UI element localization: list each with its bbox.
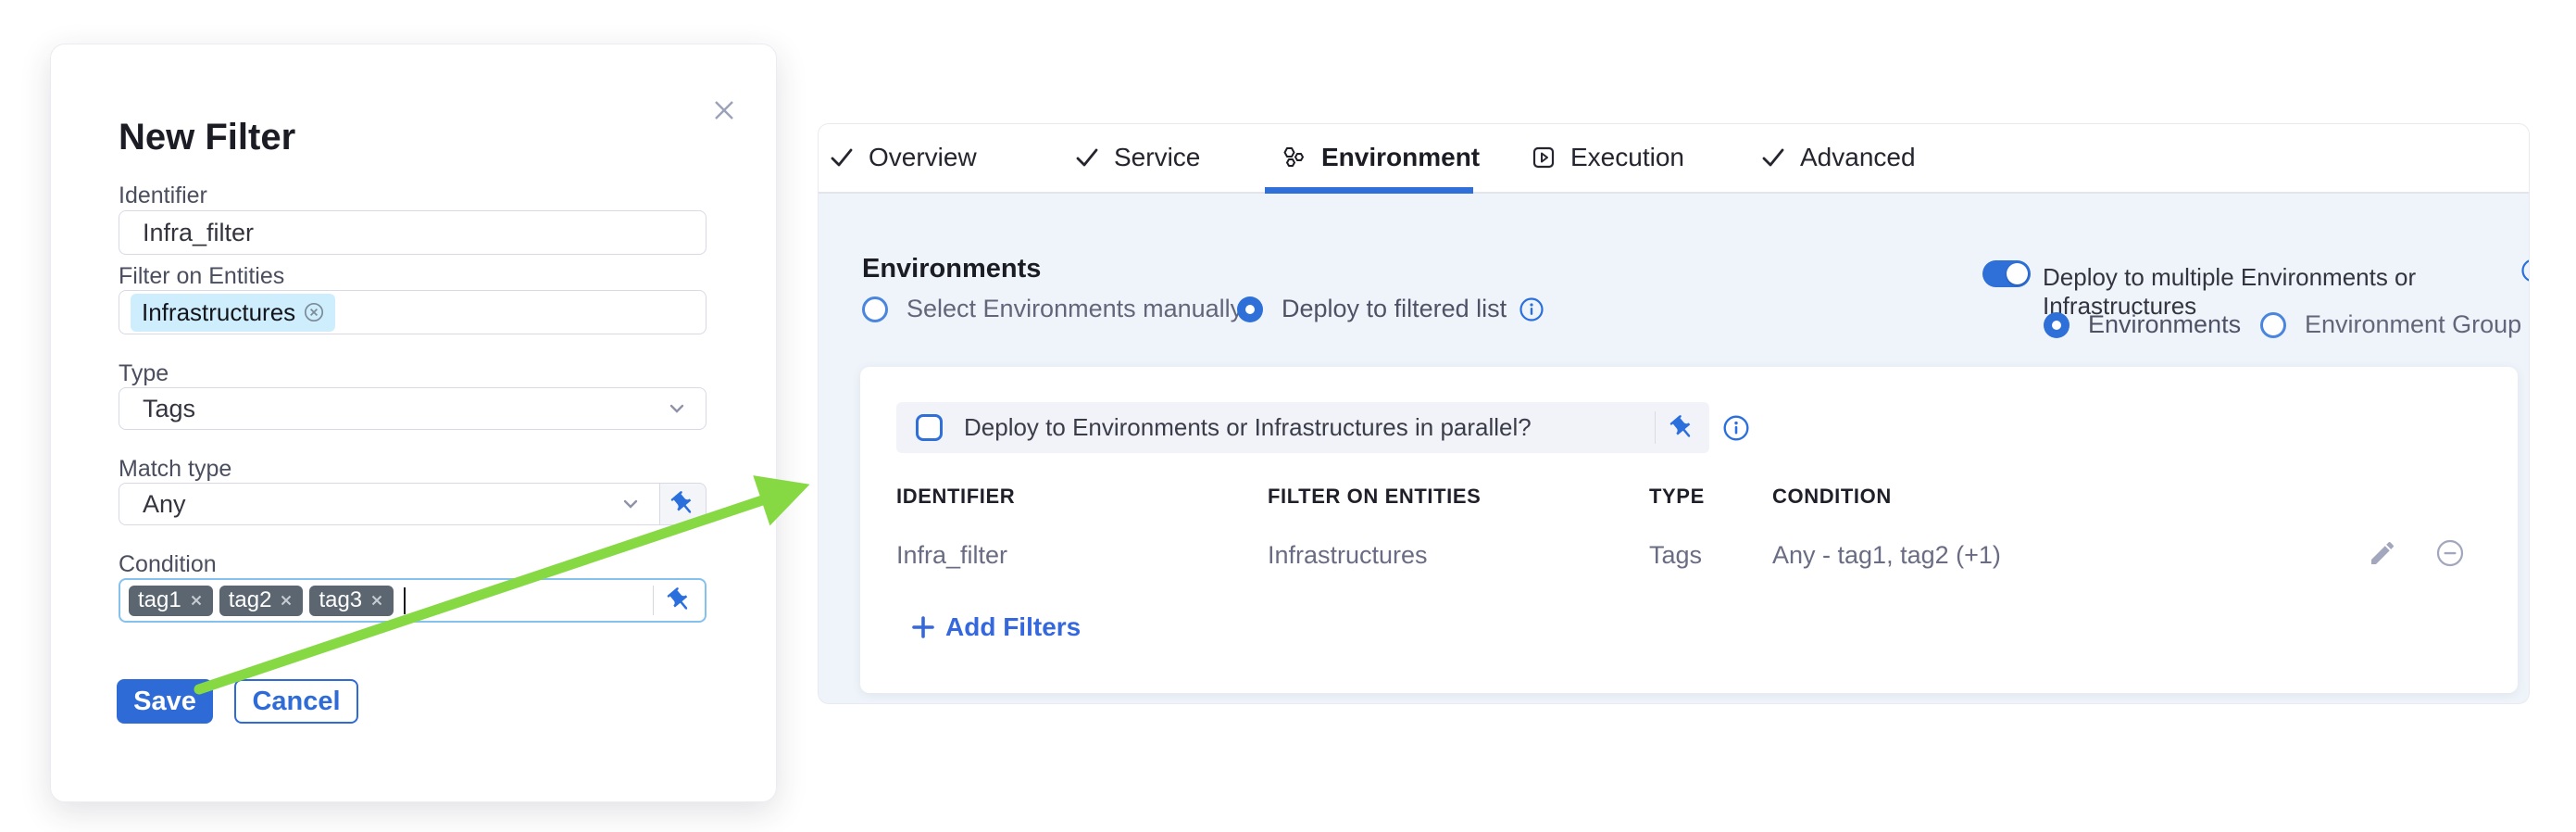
deploy-multiple-toggle[interactable] <box>1982 260 2031 287</box>
chevron-down-icon <box>665 397 689 421</box>
add-filters-label: Add Filters <box>945 612 1081 642</box>
text-cursor <box>404 587 406 614</box>
plus-icon <box>911 615 935 639</box>
tag-remove-icon[interactable] <box>189 593 204 608</box>
condition-tag-chip: tag3 <box>309 586 394 616</box>
environment-icon <box>1279 143 1308 172</box>
environments-heading: Environments <box>862 254 1041 284</box>
chevron-down-icon <box>619 492 643 516</box>
col-type: TYPE <box>1649 485 1705 509</box>
match-type-label: Match type <box>119 456 231 483</box>
check-icon <box>1073 144 1101 171</box>
radio-icon[interactable] <box>2260 312 2286 338</box>
type-value: Tags <box>119 395 195 423</box>
radio-icon-selected[interactable] <box>2044 312 2070 338</box>
save-button[interactable]: Save <box>117 679 213 724</box>
filter-on-entities-label: Filter on Entities <box>119 263 284 290</box>
type-label: Type <box>119 360 169 387</box>
check-icon <box>828 144 856 171</box>
tab-service[interactable]: Service <box>1073 124 1200 190</box>
modal-title: New Filter <box>119 117 295 158</box>
info-icon[interactable] <box>1519 296 1544 322</box>
condition-label: Condition <box>119 551 217 578</box>
radio-icon-selected[interactable] <box>1237 296 1263 322</box>
cell-identifier: Infra_filter <box>896 541 1007 570</box>
col-filter-on-entities: FILTER ON ENTITIES <box>1268 485 1481 509</box>
close-icon[interactable] <box>709 95 739 125</box>
filter-on-entities-input[interactable]: Infrastructures <box>119 290 707 334</box>
tab-label: Advanced <box>1800 143 1916 172</box>
radio-environment-group[interactable]: Environment Group <box>2260 310 2521 339</box>
cell-condition: Any - tag1, tag2 (+1) <box>1772 541 2001 570</box>
match-type-select[interactable]: Any <box>119 483 660 525</box>
tab-label: Environment <box>1321 143 1480 172</box>
condition-tag-chip: tag2 <box>219 586 304 616</box>
identifier-input[interactable]: Infra_filter <box>119 210 707 255</box>
stage-tabbar: Overview Service Environment Execu <box>819 124 2529 194</box>
edit-icon[interactable] <box>2368 538 2397 568</box>
filters-card: Deploy to Environments or Infrastructure… <box>860 367 2518 693</box>
parallel-deploy-label: Deploy to Environments or Infrastructure… <box>964 413 1532 442</box>
radio-label: Environments <box>2088 310 2241 339</box>
tab-label: Overview <box>869 143 977 172</box>
pipeline-stage-panel: Overview Service Environment Execu <box>818 123 2530 704</box>
tag-remove-icon[interactable] <box>279 593 294 608</box>
radio-label: Environment Group <box>2305 310 2521 339</box>
condition-input[interactable]: tag1 tag2 tag3 <box>119 578 707 623</box>
entity-chip: Infrastructures <box>131 294 335 332</box>
remove-icon[interactable] <box>2435 538 2465 568</box>
info-icon[interactable] <box>1722 414 1750 442</box>
pin-icon[interactable] <box>666 586 694 614</box>
active-tab-underline <box>1265 187 1473 194</box>
radio-deploy-to-filtered-list[interactable]: Deploy to filtered list <box>1237 295 1544 323</box>
tag-remove-icon[interactable] <box>369 593 384 608</box>
divider <box>1655 411 1656 444</box>
parallel-deploy-bar: Deploy to Environments or Infrastructure… <box>896 402 1709 453</box>
tag-label: tag3 <box>319 587 362 613</box>
cancel-button[interactable]: Cancel <box>234 679 358 724</box>
chip-remove-icon[interactable] <box>304 302 324 322</box>
match-type-value: Any <box>119 490 186 519</box>
radio-label: Deploy to filtered list <box>1282 295 1507 323</box>
radio-environments[interactable]: Environments <box>2044 310 2241 339</box>
tab-execution[interactable]: Execution <box>1530 124 1684 190</box>
parallel-deploy-checkbox[interactable] <box>916 414 943 441</box>
tab-label: Service <box>1114 143 1200 172</box>
check-icon <box>1759 144 1787 171</box>
identifier-label: Identifier <box>119 183 207 209</box>
app-screen: New Filter Identifier Infra_filter Filte… <box>0 0 2576 832</box>
identifier-value: Infra_filter <box>119 219 254 247</box>
tab-label: Execution <box>1570 143 1684 172</box>
tab-advanced[interactable]: Advanced <box>1759 124 1916 190</box>
pin-icon[interactable] <box>660 483 707 525</box>
cell-entities: Infrastructures <box>1268 541 1428 570</box>
tag-label: tag1 <box>138 587 181 613</box>
tag-label: tag2 <box>229 587 272 613</box>
radio-icon[interactable] <box>862 296 888 322</box>
radio-label: Select Environments manually <box>907 295 1243 323</box>
col-identifier: IDENTIFIER <box>896 485 1015 509</box>
condition-tag-chip: tag1 <box>129 586 213 616</box>
tab-environment[interactable]: Environment <box>1279 124 1480 190</box>
col-condition: CONDITION <box>1772 485 1892 509</box>
add-filters-button[interactable]: Add Filters <box>911 612 1081 642</box>
pin-icon[interactable] <box>1669 414 1696 442</box>
cell-type: Tags <box>1649 541 1702 570</box>
tab-overview[interactable]: Overview <box>828 124 977 190</box>
new-filter-modal: New Filter Identifier Infra_filter Filte… <box>50 44 777 802</box>
info-icon[interactable] <box>2520 258 2530 284</box>
radio-select-environments-manually[interactable]: Select Environments manually <box>862 295 1243 323</box>
entity-chip-label: Infrastructures <box>142 298 295 327</box>
execution-icon <box>1530 144 1557 171</box>
type-select[interactable]: Tags <box>119 387 707 430</box>
divider <box>653 586 654 615</box>
